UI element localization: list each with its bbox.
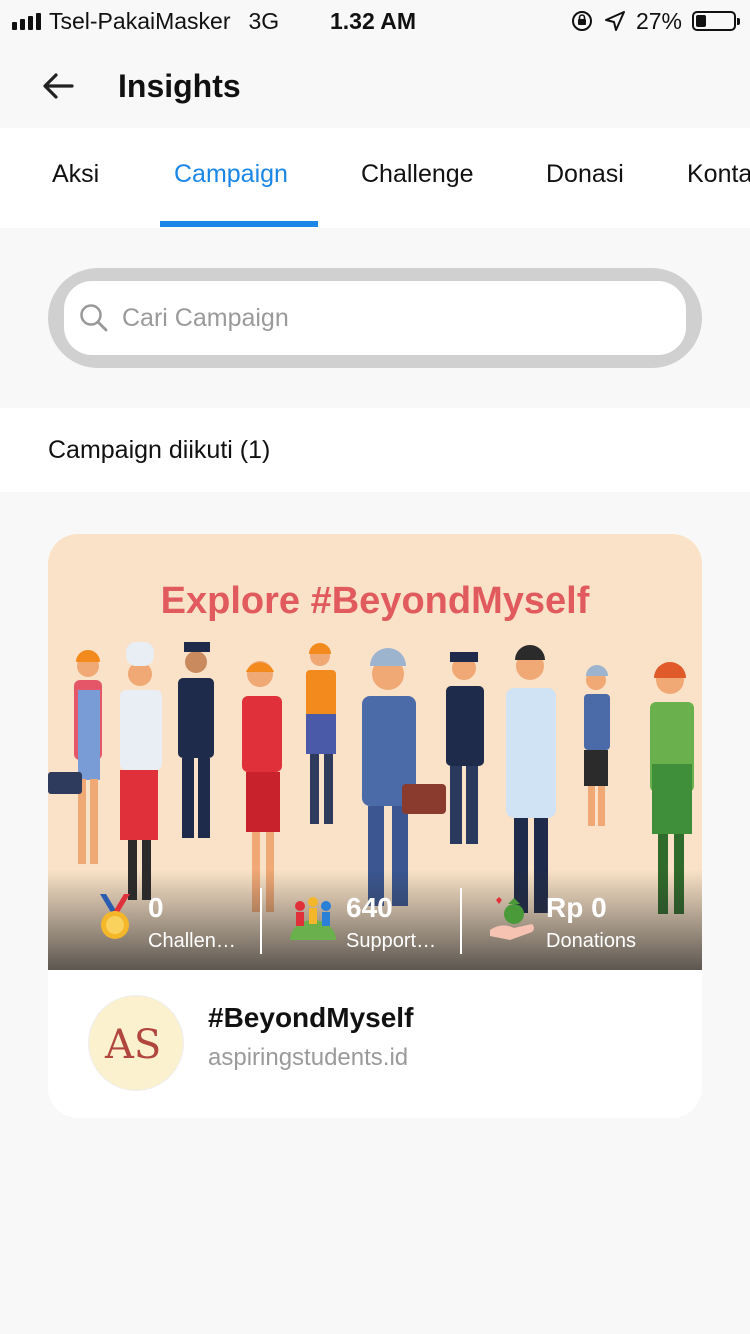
status-left: Tsel-PakaiMasker 3G <box>12 6 279 36</box>
search-icon <box>80 304 108 332</box>
stat-donations: Rp 0 Donations <box>488 870 688 970</box>
followed-label: Campaign diikuti (1) <box>48 436 271 464</box>
campaign-avatar: AS <box>88 995 184 1091</box>
campaign-card[interactable]: Explore #BeyondMyself 0 Challenges 640 S… <box>48 534 702 1118</box>
status-time: 1.32 AM <box>330 8 417 34</box>
back-button[interactable] <box>36 64 80 108</box>
stat-supporters: 640 Supporters <box>288 870 488 970</box>
campaign-stats: 0 Challenges 640 Supporters Rp 0 Donatio… <box>48 870 702 970</box>
tab-bar: Aksi Campaign Challenge Donasi Kontak <box>0 128 750 228</box>
carrier-name: Tsel-PakaiMasker <box>49 7 231 34</box>
campaign-username[interactable]: aspiringstudents.id <box>208 1044 408 1072</box>
tab-campaign[interactable]: Campaign <box>174 128 288 228</box>
stat-divider <box>460 888 462 954</box>
tab-challenge[interactable]: Challenge <box>361 128 474 228</box>
tab-aksi[interactable]: Aksi <box>52 128 99 228</box>
search-container: Cari Campaign <box>48 268 702 368</box>
campaign-name: #BeyondMyself <box>208 1002 414 1033</box>
stat-challenges-value: 0 <box>148 892 164 923</box>
aspiring-students-logo: AS <box>104 1022 161 1068</box>
campaign-info: AS #BeyondMyself aspiringstudents.id <box>48 970 702 1118</box>
network-type: 3G <box>248 7 280 34</box>
status-bar: Tsel-PakaiMasker 3G 1.32 AM 27% <box>0 0 750 42</box>
battery-percent: 27% <box>635 7 682 34</box>
tab-kontak[interactable]: Kontak <box>687 128 750 228</box>
battery-icon <box>692 11 740 31</box>
search-placeholder: Cari Campaign <box>122 303 289 332</box>
page-title: Insights <box>118 68 241 104</box>
banner-title: Explore #BeyondMyself <box>160 580 590 622</box>
location-icon <box>604 11 625 31</box>
stat-challenges-label: Challenges <box>148 930 242 952</box>
stat-divider <box>260 888 262 954</box>
medal-icon <box>100 894 130 939</box>
signal-icon <box>12 12 41 30</box>
svg-text:AS: AS <box>104 1022 161 1068</box>
app-header: Insights <box>0 42 750 128</box>
followed-section-header: Campaign diikuti (1) <box>0 408 750 492</box>
tab-donasi[interactable]: Donasi <box>546 128 624 228</box>
stat-supporters-label: Supporters <box>346 930 440 952</box>
active-tab-indicator <box>160 221 318 227</box>
stat-donations-value: Rp 0 <box>546 892 607 923</box>
search-input[interactable]: Cari Campaign <box>64 281 686 355</box>
arrow-left-icon <box>43 73 74 99</box>
supporters-icon <box>290 897 336 940</box>
status-right: 27% <box>570 6 740 36</box>
stat-donations-label: Donations <box>546 930 637 952</box>
stat-supporters-value: 640 <box>346 892 393 923</box>
campaign-banner: Explore #BeyondMyself 0 Challenges 640 S… <box>48 534 702 970</box>
donation-icon <box>490 897 534 940</box>
rotation-lock-icon <box>571 11 592 31</box>
